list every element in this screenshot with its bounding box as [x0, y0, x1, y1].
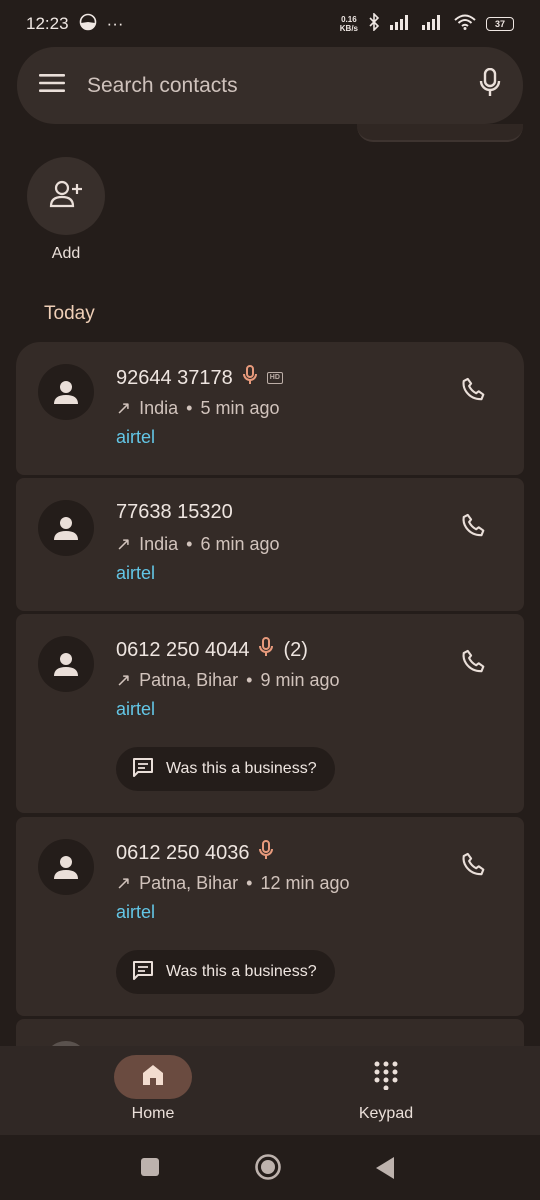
- search-input[interactable]: Search contacts: [87, 74, 479, 98]
- phone-icon: [460, 851, 488, 884]
- call-log-item[interactable]: 92644 37178 HD ↗ India • 5 min ago airte…: [16, 342, 524, 475]
- call-number-row: 92644 37178 HD: [116, 365, 283, 391]
- outgoing-call-icon: ↗: [116, 534, 132, 554]
- call-log-item[interactable]: 0612 250 4044 (2) ↗ Patna, Bihar • 9 min…: [16, 614, 524, 813]
- data-saver-icon: [79, 13, 97, 36]
- menu-icon[interactable]: [39, 73, 65, 98]
- nav-home-label: Home: [131, 1105, 175, 1122]
- person-add-icon: [49, 180, 83, 213]
- meta-separator: •: [246, 873, 253, 893]
- call-number-row: 0612 250 4044 (2): [116, 637, 308, 663]
- call-carrier: airtel: [116, 563, 156, 583]
- nav-home-pill[interactable]: [114, 1055, 192, 1099]
- favorites-peek: [357, 124, 523, 142]
- call-button[interactable]: [454, 372, 494, 412]
- back-button[interactable]: [374, 1156, 396, 1185]
- business-feedback-label: Was this a business?: [166, 963, 317, 980]
- call-meta: ↗ India • 5 min ago: [116, 398, 280, 419]
- call-number-row: 0612 250 4036: [116, 840, 274, 866]
- call-log-item[interactable]: 0612 250 4036 ↗ Patna, Bihar • 12 min ag…: [16, 817, 524, 1016]
- overflow-notifications: ···: [106, 14, 124, 33]
- call-button[interactable]: [454, 847, 494, 887]
- meta-separator: •: [186, 398, 193, 418]
- feedback-icon: [132, 757, 154, 782]
- nav-keypad-pill[interactable]: [347, 1055, 425, 1099]
- status-bar: 12:23 ··· 0.16 KB/s 37: [0, 0, 540, 48]
- call-number-row: 77638 15320: [116, 501, 233, 524]
- call-time: 6 min ago: [200, 534, 280, 554]
- recents-button[interactable]: [140, 1157, 160, 1182]
- avatar: [38, 500, 94, 556]
- phone-number: 77638 15320: [116, 501, 233, 523]
- phone-number: 0612 250 4044: [116, 638, 250, 661]
- phone-number: 0612 250 4036: [116, 841, 250, 864]
- call-meta: ↗ Patna, Bihar • 12 min ago: [116, 873, 350, 894]
- clock: 12:23: [26, 14, 69, 33]
- battery-indicator: 37: [486, 17, 514, 31]
- status-left: 12:23 ···: [26, 13, 124, 36]
- mic-icon: [259, 840, 274, 866]
- nav-keypad-label: Keypad: [358, 1105, 414, 1122]
- outgoing-call-icon: ↗: [116, 398, 132, 418]
- add-contact[interactable]: Add: [27, 157, 105, 263]
- call-meta: ↗ India • 6 min ago: [116, 534, 280, 555]
- meta-separator: •: [246, 670, 253, 690]
- feedback-icon: [132, 960, 154, 985]
- wifi-icon: [454, 14, 476, 35]
- call-carrier: airtel: [116, 699, 156, 719]
- signal-icon: [390, 14, 412, 35]
- call-count: (2): [283, 638, 308, 661]
- call-carrier: airtel: [116, 902, 156, 922]
- nav-keypad[interactable]: Keypad: [311, 1055, 461, 1123]
- call-meta: ↗ Patna, Bihar • 9 min ago: [116, 670, 340, 691]
- call-location: Patna, Bihar: [139, 873, 239, 893]
- call-location: India: [139, 534, 179, 554]
- search-bar[interactable]: Search contacts: [17, 47, 523, 124]
- mic-icon: [259, 637, 274, 663]
- dialpad-icon: [373, 1060, 399, 1095]
- add-contact-button[interactable]: [27, 157, 105, 235]
- business-feedback-chip[interactable]: Was this a business?: [116, 747, 335, 791]
- call-location: India: [139, 398, 179, 418]
- call-log-item[interactable]: 77638 15320 ↗ India • 6 min ago airtel: [16, 478, 524, 611]
- outgoing-call-icon: ↗: [116, 873, 132, 893]
- system-navigation: [0, 1135, 540, 1200]
- signal-icon-2: [422, 14, 444, 35]
- home-button[interactable]: [254, 1153, 282, 1186]
- status-right: 0.16 KB/s 37: [339, 11, 514, 36]
- avatar: [38, 636, 94, 692]
- meta-separator: •: [186, 534, 193, 554]
- nav-home[interactable]: Home: [78, 1055, 228, 1123]
- call-button[interactable]: [454, 508, 494, 548]
- phone-icon: [460, 512, 488, 545]
- call-button[interactable]: [454, 644, 494, 684]
- mic-icon: [242, 365, 257, 391]
- avatar: [38, 364, 94, 420]
- avatar: [38, 839, 94, 895]
- net-speed: 0.16 KB/s: [339, 15, 358, 33]
- mic-icon[interactable]: [479, 67, 501, 103]
- phone-icon: [460, 376, 488, 409]
- phone-number: 92644 37178: [116, 366, 233, 389]
- hd-icon: HD: [266, 372, 283, 384]
- bluetooth-icon: [368, 11, 380, 36]
- section-header-today: Today: [44, 303, 95, 324]
- add-contact-label: Add: [51, 245, 81, 262]
- call-carrier: airtel: [116, 427, 156, 447]
- home-icon: [140, 1062, 166, 1093]
- outgoing-call-icon: ↗: [116, 670, 132, 690]
- call-time: 5 min ago: [200, 398, 280, 418]
- call-time: 12 min ago: [260, 873, 350, 893]
- business-feedback-chip[interactable]: Was this a business?: [116, 950, 335, 994]
- bottom-navigation: Home Keypad: [0, 1046, 540, 1135]
- business-feedback-label: Was this a business?: [166, 760, 317, 777]
- call-time: 9 min ago: [260, 670, 340, 690]
- phone-icon: [460, 648, 488, 681]
- call-location: Patna, Bihar: [139, 670, 239, 690]
